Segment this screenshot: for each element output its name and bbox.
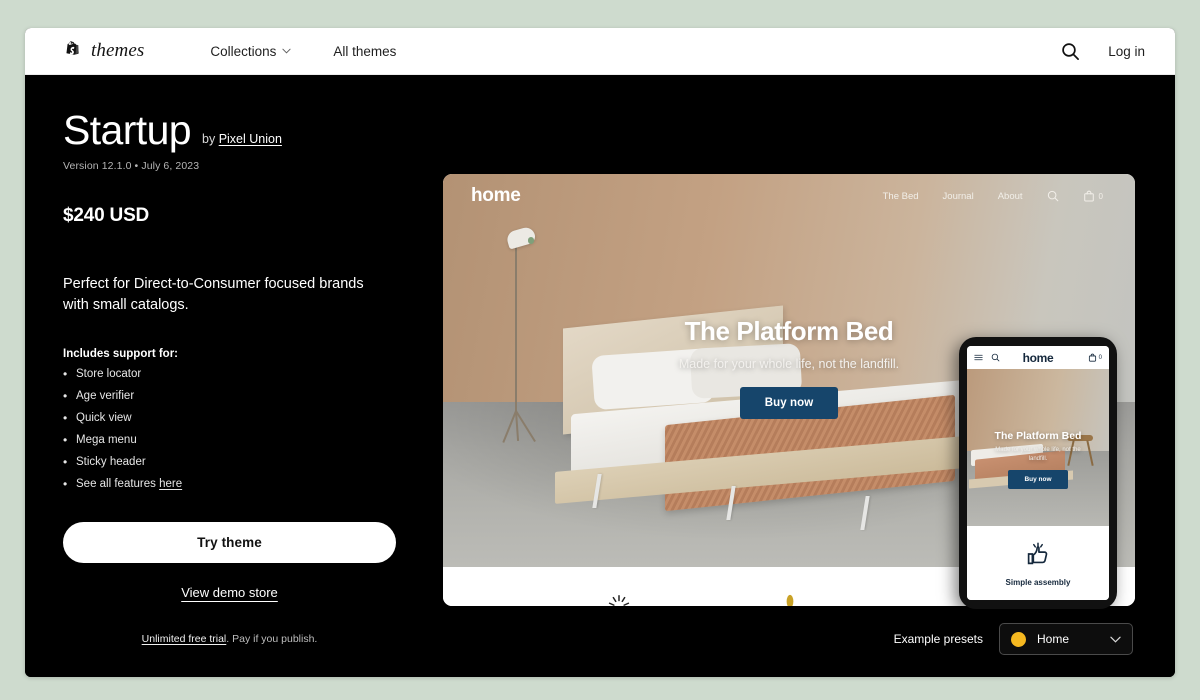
example-presets-bar: Example presets Home xyxy=(894,623,1133,655)
nav-link-collections[interactable]: Collections xyxy=(210,43,292,59)
search-icon[interactable] xyxy=(1047,190,1059,202)
feature-label: Age verifier xyxy=(76,390,135,403)
list-item: Quick view xyxy=(63,412,413,425)
theme-title-row: Startup by Pixel Union xyxy=(63,110,413,151)
list-item: Store locator xyxy=(63,368,413,381)
page-title: Startup xyxy=(63,107,192,153)
feature-label: Quick view xyxy=(76,412,132,425)
preview-cart-group[interactable]: 0 xyxy=(1083,190,1103,202)
nav-link-collections-label: Collections xyxy=(210,43,277,59)
thumbs-up-icon xyxy=(1027,542,1048,565)
phone-feature-block: Simple assembly xyxy=(967,526,1109,600)
phone-cart-group[interactable]: 0 xyxy=(1088,353,1102,362)
cart-icon xyxy=(1083,190,1094,202)
list-item: See all features here xyxy=(63,478,413,491)
preview-nav-about[interactable]: About xyxy=(998,191,1023,202)
preview-store-logo[interactable]: home xyxy=(471,185,521,207)
preset-selected-value: Home xyxy=(1037,632,1070,646)
preview-store-navigation: home The Bed Journal About 0 xyxy=(443,174,1135,218)
phone-buy-now-button[interactable]: Buy now xyxy=(1008,470,1068,489)
hamburger-menu-icon[interactable] xyxy=(974,353,983,362)
floor-lamp-accent xyxy=(528,237,534,244)
theme-price: $240 USD xyxy=(63,205,150,226)
nav-link-all-themes[interactable]: All themes xyxy=(333,44,396,59)
list-item: Age verifier xyxy=(63,390,413,403)
phone-hero-copy: The Platform Bed Made for your whole lif… xyxy=(967,430,1109,489)
preview-buy-now-button[interactable]: Buy now xyxy=(739,387,839,419)
feature-label: Mega menu xyxy=(76,434,137,447)
preview-nav-the-bed[interactable]: The Bed xyxy=(883,191,919,202)
search-icon[interactable] xyxy=(991,353,1000,362)
feature-label: Sticky header xyxy=(76,456,146,469)
theme-tagline: Perfect for Direct-to-Consumer focused b… xyxy=(63,276,364,313)
list-item: Mega menu xyxy=(63,434,413,447)
phone-store-navigation: home 0 xyxy=(967,346,1109,369)
chevron-down-icon xyxy=(282,48,292,54)
theme-info-column: Startup by Pixel Union Version 12.1.0 • … xyxy=(63,110,413,645)
see-all-features-link[interactable]: here xyxy=(159,478,182,490)
preset-color-swatch xyxy=(1011,631,1026,647)
shopify-themes-brand[interactable]: themes xyxy=(63,40,144,62)
byline-prefix: by xyxy=(202,132,219,146)
phone-cart-count: 0 xyxy=(1098,354,1102,361)
trial-note-rest: . Pay if you publish. xyxy=(226,632,318,645)
phone-feature-title: Simple assembly xyxy=(1005,578,1071,587)
brand-label: themes xyxy=(91,40,145,61)
feature-list: Store locator Age verifier Quick view Me… xyxy=(63,368,413,491)
list-item: Sticky header xyxy=(63,456,413,469)
log-in-button[interactable]: Log in xyxy=(1108,44,1145,59)
cart-icon xyxy=(1088,353,1096,362)
feature-label: Store locator xyxy=(76,368,142,381)
preset-dropdown[interactable]: Home xyxy=(999,623,1133,655)
phone-screen: home 0 The Platform Bed Made for your wh… xyxy=(967,346,1109,600)
feature-label: See all features xyxy=(76,478,160,491)
demo-link-wrapper: View demo store xyxy=(63,584,396,602)
sprout-icon xyxy=(786,594,794,606)
preview-nav-links: The Bed Journal About 0 xyxy=(883,190,1103,202)
unlimited-free-trial-link[interactable]: Unlimited free trial xyxy=(142,633,227,645)
nav-link-all-themes-label: All themes xyxy=(333,43,397,59)
shopify-bag-icon xyxy=(66,40,79,55)
theme-detail-card: themes Collections All themes Log in Sta… xyxy=(25,28,1175,677)
preview-cart-count: 0 xyxy=(1098,191,1103,201)
free-trial-note: Unlimited free trial. Pay if you publish… xyxy=(63,633,396,645)
top-navigation-bar: themes Collections All themes Log in xyxy=(25,28,1175,75)
theme-version-date: Version 12.1.0 • July 6, 2023 xyxy=(63,160,200,172)
includes-heading: Includes support for: xyxy=(63,348,178,361)
vendor-link[interactable]: Pixel Union xyxy=(219,132,282,146)
phone-nav-left-icons xyxy=(974,353,1000,362)
preview-nav-journal[interactable]: Journal xyxy=(943,191,974,202)
search-icon[interactable] xyxy=(1061,42,1080,61)
phone-hero-title: The Platform Bed xyxy=(994,430,1082,442)
sparkle-icon xyxy=(608,595,630,606)
phone-hero-subtitle: Made for your whole life, not the landfi… xyxy=(995,447,1081,462)
theme-byline: by Pixel Union xyxy=(202,132,282,151)
nav-right-group: Log in xyxy=(1061,42,1145,61)
try-theme-button[interactable]: Try theme xyxy=(63,521,396,563)
chevron-down-icon xyxy=(1110,636,1121,643)
view-demo-store-link[interactable]: View demo store xyxy=(181,585,278,600)
primary-nav-links: Collections All themes xyxy=(210,44,396,59)
example-presets-label: Example presets xyxy=(893,632,983,646)
mobile-theme-preview[interactable]: home 0 The Platform Bed Made for your wh… xyxy=(959,337,1117,609)
